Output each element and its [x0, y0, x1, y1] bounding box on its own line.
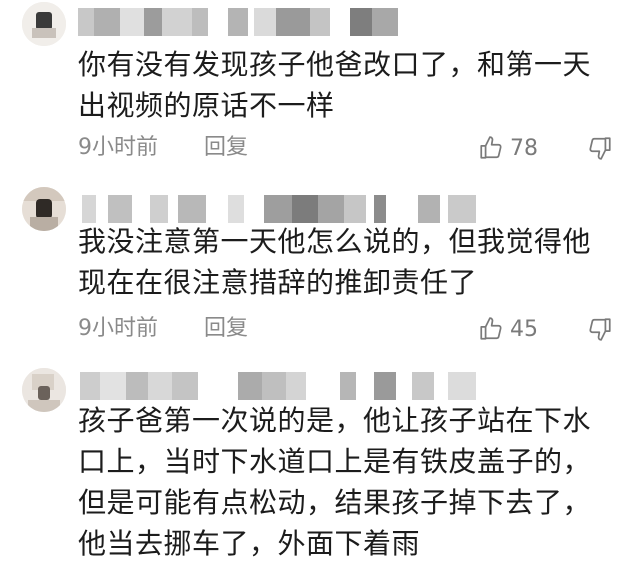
like-button[interactable]: 45: [478, 315, 538, 343]
avatar[interactable]: [22, 187, 66, 231]
like-count: 78: [510, 135, 538, 161]
comment-time: 9小时前: [78, 316, 158, 341]
like-count: 45: [510, 316, 538, 342]
reply-button[interactable]: 回复: [204, 315, 248, 343]
comment-text: 孩子爸第一次说的是，他让孩子站在下水口上，当时下水道口上是有铁皮盖子的，但是可能…: [78, 404, 592, 560]
like-button[interactable]: 78: [478, 134, 538, 162]
thumbs-up-icon: [480, 317, 502, 340]
avatar[interactable]: [22, 2, 66, 46]
avatar[interactable]: [22, 368, 66, 412]
dislike-button[interactable]: [587, 316, 615, 344]
comment-item: 孩子爸第一次说的是，他让孩子站在下水口上，当时下水道口上是有铁皮盖子的，但是可能…: [0, 360, 643, 569]
comment-item: 你有没有发现孩子他爸改口了，和第一天出视频的原话不一样 9小时前 回复 78: [0, 0, 643, 175]
comment-item: 我没注意第一天他怎么说的，但我觉得他现在在很注意措辞的推卸责任了 9小时前 回复…: [0, 175, 643, 360]
reply-button[interactable]: 回复: [204, 134, 248, 162]
thumbs-up-icon: [480, 136, 502, 159]
comment-time: 9小时前: [78, 135, 158, 160]
comment-text: 你有没有发现孩子他爸改口了，和第一天出视频的原话不一样: [78, 48, 592, 122]
comment-text: 我没注意第一天他怎么说的，但我觉得他现在在很注意措辞的推卸责任了: [78, 225, 592, 299]
thumbs-down-icon: [589, 137, 611, 160]
thumbs-down-icon: [589, 318, 611, 341]
dislike-button[interactable]: [587, 135, 615, 163]
